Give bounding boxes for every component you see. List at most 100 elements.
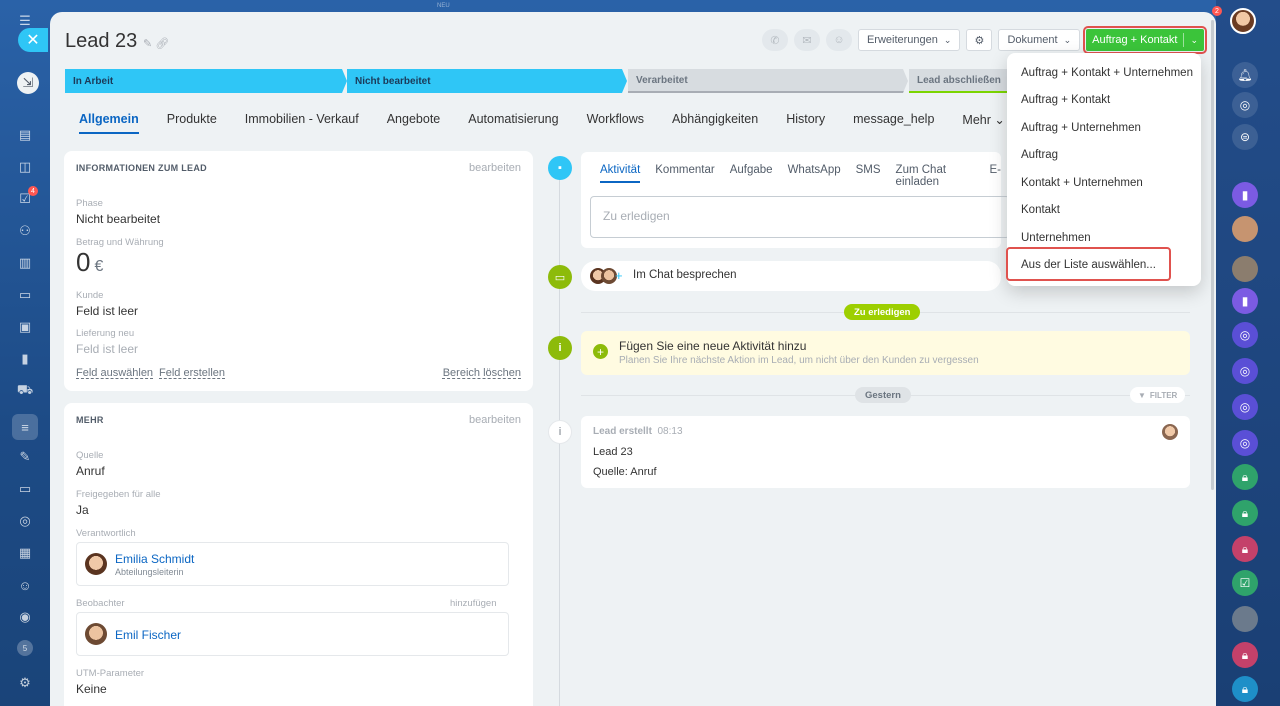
- activity-tab-whatsapp[interactable]: WhatsApp: [788, 164, 841, 188]
- feed-icon[interactable]: ▤: [16, 126, 34, 144]
- menu-item-kontakt-unternehmen[interactable]: Kontakt + Unternehmen: [1021, 177, 1143, 189]
- chevron-down-icon: ⌄: [943, 34, 952, 45]
- info-dot-icon: i: [548, 336, 572, 360]
- gear-icon[interactable]: ⚙: [16, 674, 34, 692]
- observer-name[interactable]: Emil Fischer: [115, 628, 181, 642]
- mail-icon[interactable]: ✉: [793, 29, 820, 51]
- info-edit-link[interactable]: bearbeiten: [469, 162, 521, 174]
- menu-item-select-from-list[interactable]: Aus der Liste auswählen...: [1021, 259, 1156, 271]
- task-check-icon[interactable]: ☑: [1232, 570, 1258, 596]
- crm-filter-icon[interactable]: ≡: [12, 414, 38, 440]
- plus-icon[interactable]: +: [615, 268, 623, 283]
- scrollbar[interactable]: [1211, 20, 1214, 490]
- analytics-icon[interactable]: ▮: [16, 350, 34, 368]
- documents-icon[interactable]: ▥: [16, 254, 34, 272]
- lock-icon-3[interactable]: 🔒︎: [1232, 536, 1258, 562]
- tab-angebote[interactable]: Angebote: [387, 112, 441, 134]
- menu-item-auftrag-kontakt[interactable]: Auftrag + Kontakt: [1021, 94, 1110, 106]
- activity-tab-aktivitaet[interactable]: Aktivität: [600, 164, 640, 188]
- chat-bubble-icon[interactable]: ☺: [825, 29, 852, 51]
- tab-history[interactable]: History: [786, 112, 825, 134]
- tab-message-help[interactable]: message_help: [853, 112, 934, 134]
- settings-circle-icon[interactable]: ◎: [16, 512, 34, 530]
- observers-add-link[interactable]: hinzufügen: [450, 598, 496, 609]
- search-chat-icon[interactable]: ⊜: [1232, 124, 1258, 150]
- close-slider-button[interactable]: ✕: [18, 28, 48, 52]
- tab-allgemein[interactable]: Allgemein: [79, 112, 139, 134]
- cart-icon[interactable]: ⛟: [16, 382, 34, 400]
- contacts-icon[interactable]: ⚇: [16, 222, 34, 240]
- screen-icon[interactable]: ▣: [16, 318, 34, 336]
- tab-workflows[interactable]: Workflows: [587, 112, 644, 134]
- lock-icon-5[interactable]: 🔒︎: [1232, 676, 1258, 702]
- user-avatar-1[interactable]: [1232, 216, 1258, 242]
- tab-automatisierung[interactable]: Automatisierung: [468, 112, 558, 134]
- activity-dot-icon: ▪: [548, 156, 572, 180]
- filter-button[interactable]: ▼ FILTER: [1130, 387, 1186, 403]
- app-icon-purple[interactable]: ▮: [1232, 182, 1258, 208]
- tab-abhaengigkeiten[interactable]: Abhängigkeiten: [672, 112, 758, 134]
- robot-icon[interactable]: ☺: [16, 576, 34, 594]
- activity-tab-email[interactable]: E-: [990, 164, 1002, 188]
- delete-section-link[interactable]: Bereich löschen: [443, 367, 521, 379]
- user-avatar-2[interactable]: [1232, 256, 1258, 282]
- openline-icon-3[interactable]: ◎: [1232, 394, 1258, 420]
- stage-nicht-bearbeitet[interactable]: Nicht bearbeitet: [347, 69, 627, 93]
- activity-tab-aufgabe[interactable]: Aufgabe: [730, 164, 773, 188]
- add-circle-icon[interactable]: +: [593, 344, 608, 359]
- lock-icon-2[interactable]: 🔒︎: [1232, 500, 1258, 526]
- openline-icon-1[interactable]: ◎: [1232, 322, 1258, 348]
- user-avatar-3[interactable]: [1232, 606, 1258, 632]
- button-separator: [1183, 33, 1185, 47]
- at-icon[interactable]: ◎: [1232, 92, 1258, 118]
- edit-title-icon[interactable]: ✎ 🔗︎: [143, 37, 169, 50]
- openline-icon-4[interactable]: ◎: [1232, 430, 1258, 456]
- edit-doc-icon[interactable]: ✎: [16, 448, 34, 466]
- stage-verarbeitet[interactable]: Verarbeitet: [628, 69, 908, 93]
- activity-tab-chat-invite[interactable]: Zum Chat einladen: [896, 164, 975, 188]
- tasks-badge: 4: [28, 186, 38, 196]
- tab-immobilien[interactable]: Immobilien - Verkauf: [245, 112, 359, 134]
- responsible-card[interactable]: Emilia Schmidt Abteilungsleiterin: [76, 542, 509, 586]
- settings-button[interactable]: ⚙: [966, 29, 993, 51]
- more-edit-link[interactable]: bearbeiten: [469, 414, 521, 426]
- select-field-link[interactable]: Feld auswählen: [76, 367, 153, 379]
- bell-icon[interactable]: 🔔︎: [1232, 62, 1258, 88]
- menu-item-kontakt[interactable]: Kontakt: [1021, 204, 1060, 216]
- create-field-link[interactable]: Feld erstellen: [159, 367, 225, 379]
- phone-icon[interactable]: ✆: [761, 29, 788, 51]
- card2-icon[interactable]: ▭: [16, 480, 34, 498]
- collapse-icon[interactable]: ⇲: [17, 72, 39, 94]
- shared-label: Freigegeben für alle: [76, 489, 161, 500]
- calendar-icon[interactable]: ▦: [16, 544, 34, 562]
- menu-item-unternehmen[interactable]: Unternehmen: [1021, 232, 1091, 244]
- todo-input[interactable]: Zu erledigen: [590, 196, 1010, 238]
- openline-icon-2[interactable]: ◎: [1232, 358, 1258, 384]
- convert-button[interactable]: Auftrag + Kontakt ⌄: [1083, 26, 1207, 54]
- add-activity-card[interactable]: + Fügen Sie eine neue Aktivität hinzu Pl…: [581, 331, 1190, 375]
- tab-produkte[interactable]: Produkte: [167, 112, 217, 134]
- tab-mehr[interactable]: Mehr ⌄: [962, 112, 1004, 134]
- chat-icon[interactable]: ◫: [16, 158, 34, 176]
- lock-icon-1[interactable]: 🔒︎: [1232, 464, 1258, 490]
- app-icon-purple-2[interactable]: ▮: [1232, 288, 1258, 314]
- lock-icon-4[interactable]: 🔒︎: [1232, 642, 1258, 668]
- activity-tab-kommentar[interactable]: Kommentar: [655, 164, 714, 188]
- activity-tab-sms[interactable]: SMS: [856, 164, 881, 188]
- stage-in-arbeit[interactable]: In Arbeit: [65, 69, 347, 93]
- card-icon[interactable]: ▭: [16, 286, 34, 304]
- counter-badge: 5: [17, 640, 33, 656]
- menu-item-auftrag[interactable]: Auftrag: [1021, 149, 1058, 161]
- menu-item-auftrag-kontakt-unternehmen[interactable]: Auftrag + Kontakt + Unternehmen: [1021, 67, 1193, 79]
- menu-item-auftrag-unternehmen[interactable]: Auftrag + Unternehmen: [1021, 122, 1141, 134]
- document-button[interactable]: Dokument ⌄: [998, 29, 1081, 51]
- extensions-button[interactable]: Erweiterungen ⌄: [857, 29, 961, 51]
- observers-label: Beobachter: [76, 598, 125, 609]
- profile-avatar[interactable]: [1230, 8, 1256, 34]
- observer-card[interactable]: Emil Fischer: [76, 612, 509, 656]
- target-icon[interactable]: ◉: [16, 608, 34, 626]
- chevron-down-icon[interactable]: ⌄: [1190, 35, 1198, 46]
- more-panel: MEHR bearbeiten Quelle Anruf Freigegeben…: [64, 403, 533, 706]
- responsible-name[interactable]: Emilia Schmidt: [115, 552, 194, 566]
- chat-discuss-row[interactable]: + Im Chat besprechen: [581, 261, 1001, 291]
